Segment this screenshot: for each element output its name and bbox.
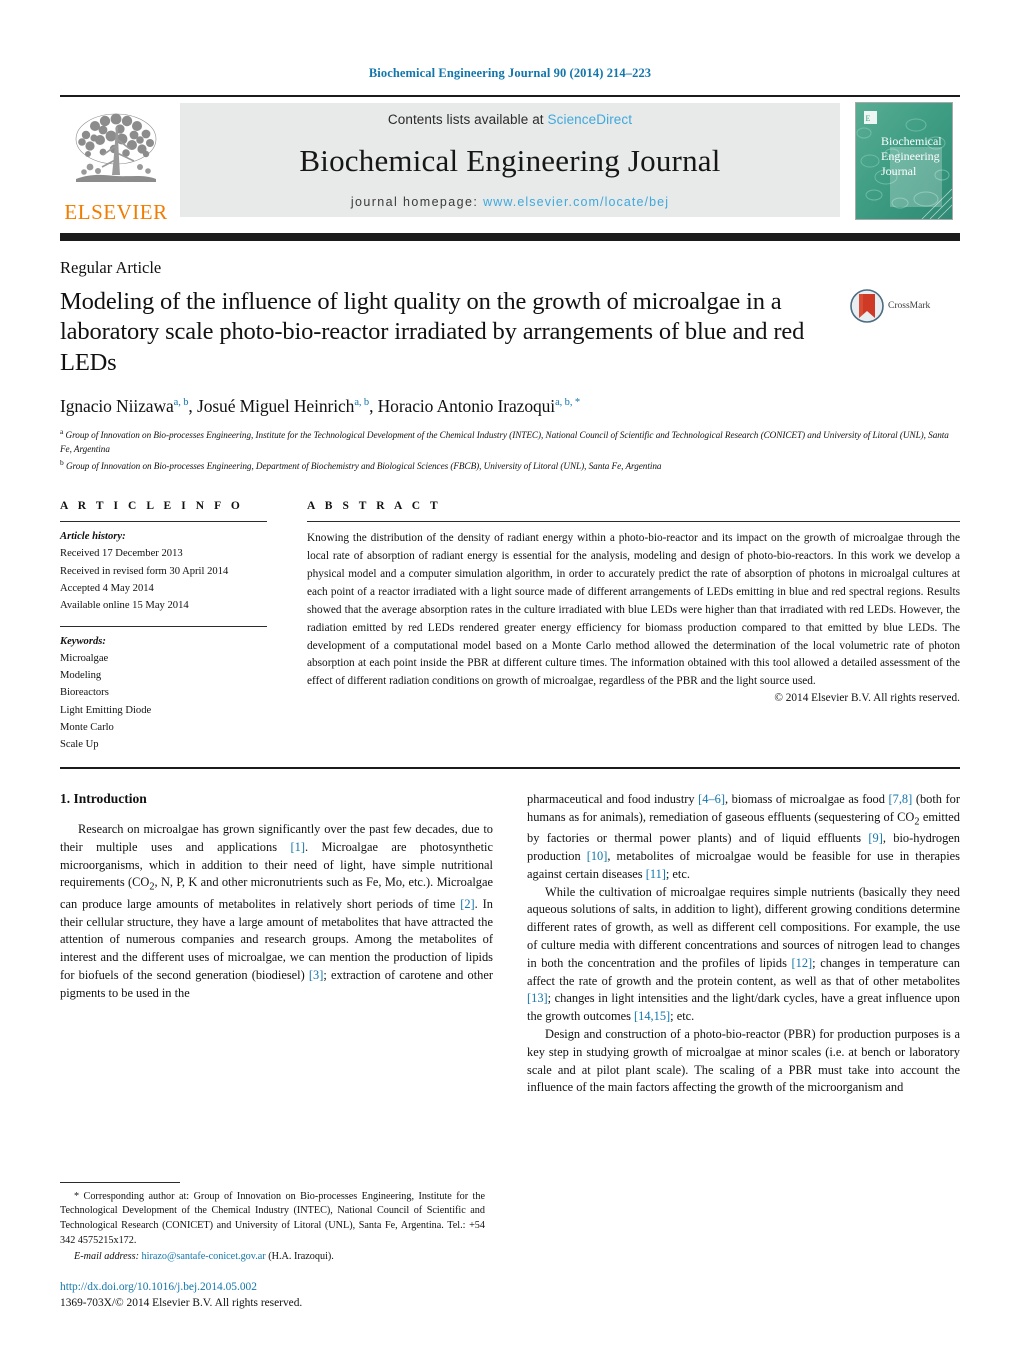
article-history-block: Article history: Received 17 December 20… [60,522,267,614]
affiliation-text-a: Group of Innovation on Bio-processes Eng… [60,430,949,455]
article-info-column: A R T I C L E I N F O Article history: R… [60,500,307,753]
intro-r1-g: ; etc. [665,866,690,881]
body-column-left: 1. Introduction Research on microalgae h… [60,791,493,1097]
email-link[interactable]: hirazo@santafe-conicet.gov.ar [142,1251,266,1262]
sciencedirect-link[interactable]: ScienceDirect [548,112,633,127]
elsevier-tree-icon [75,113,157,182]
citation-ref-3[interactable]: [3] [309,968,323,982]
crossmark-icon [850,289,884,323]
email-line: E-mail address: hirazo@santafe-conicet.g… [60,1248,485,1265]
journal-cover-artwork-icon: E Biochemical Engineering Journal [856,103,952,219]
doi-block: http://dx.doi.org/10.1016/j.bej.2014.05.… [60,1280,302,1311]
affiliation-a: a Group of Innovation on Bio-processes E… [60,426,960,457]
author-list: Ignacio Niizawaa, b, Josué Miguel Heinri… [60,396,581,417]
citation-ref-2[interactable]: [2] [460,897,474,911]
corresponding-author-text: Corresponding author at: Group of Innova… [60,1190,486,1246]
keywords-block: Keywords: Microalgae Modeling Bioreactor… [60,627,267,753]
masthead-bottom-rule [60,233,960,241]
journal-homepage-link[interactable]: www.elsevier.com/locate/bej [483,195,669,209]
svg-text:Engineering: Engineering [881,149,940,163]
citation-ref-14-15[interactable]: [14,15] [634,1009,670,1023]
contents-lists-line: Contents lists available at ScienceDirec… [388,112,632,127]
abstract-column: A B S T R A C T Knowing the distribution… [307,500,960,753]
affiliation-marker-b: b [60,458,64,468]
corresponding-author-note: * Corresponding author at: Group of Inno… [60,1190,485,1249]
author-name-2: Josué Miguel Heinrich [196,396,355,417]
author-affil-marks-2: a, b [354,397,370,409]
journal-masthead: ELSEVIER Contents lists available at Sci… [60,95,960,225]
svg-text:E: E [866,114,871,123]
svg-text:Biochemical: Biochemical [881,134,942,148]
author-name-3: Horacio Antonio Irazoqui [377,396,556,417]
elsevier-logo: ELSEVIER [60,97,172,225]
keyword-item: Microalgae [60,653,109,665]
keyword-item: Monte Carlo [60,721,114,733]
journal-cover-image: E Biochemical Engineering Journal [855,102,953,220]
article-type: Regular Article [60,258,162,277]
citation-ref-7-8[interactable]: [7,8] [889,792,913,806]
abstract-copyright: © 2014 Elsevier B.V. All rights reserved… [774,692,960,705]
journal-homepage-line: journal homepage: www.elsevier.com/locat… [351,195,669,209]
citation-ref-1[interactable]: [1] [291,840,305,854]
citation-ref-12[interactable]: [12] [792,956,813,970]
keyword-item: Modeling [60,670,102,682]
section-title-introduction: 1. Introduction [60,791,147,807]
svg-text:Journal: Journal [881,164,917,178]
article-info-heading: A R T I C L E I N F O [60,500,244,513]
author-affil-marks-3: a, b, * [555,397,581,409]
elsevier-wordmark: ELSEVIER [64,200,168,224]
keyword-item: Bioreactors [60,687,109,699]
masthead-center-box: Contents lists available at ScienceDirec… [180,103,840,217]
keyword-item: Scale Up [60,738,99,750]
footnote-block: * Corresponding author at: Group of Inno… [60,1181,485,1265]
author-affil-marks-1: a, b [173,397,189,409]
keywords-label: Keywords: [60,635,106,647]
journal-homepage-prefix: journal homepage: [350,195,484,209]
body-column-right: pharmaceutical and food industry [4–6], … [527,791,960,1097]
citation-ref-4-6[interactable]: [4–6] [698,792,725,806]
article-history-item-2: Received in revised form 30 April 2014 [60,565,229,577]
email-owner: (H.A. Irazoqui). [268,1251,334,1263]
page-title: Modeling of the influence of light quali… [60,288,805,376]
article-history-label: Article history: [60,531,126,543]
running-head: Biochemical Engineering Journal 90 (2014… [368,66,652,80]
contents-lists-prefix: Contents lists available at [387,112,548,127]
intro-paragraph-right-1: pharmaceutical and food industry [4–6], … [527,791,960,883]
keyword-item: Light Emitting Diode [60,704,152,716]
affiliation-b: b Group of Innovation on Bio-processes E… [60,457,960,474]
crossmark-badge[interactable]: CrossMark [850,289,958,323]
journal-cover-thumbnail: E Biochemical Engineering Journal [848,97,960,225]
intro-r2-d: ; etc. [670,1009,695,1024]
issn-copyright-line: 1369-703X/© 2014 Elsevier B.V. All right… [60,1296,303,1309]
abstract-bottom-rule [60,767,960,770]
citation-ref-11[interactable]: [11] [646,867,666,881]
footnote-rule [60,1181,180,1183]
affiliation-marker-a: a [60,427,64,437]
intro-paragraph-left: Research on microalgae has grown signifi… [60,821,493,1002]
citation-ref-10[interactable]: [10] [587,849,608,863]
abstract-heading: A B S T R A C T [307,500,442,513]
intro-r1-a: pharmaceutical and food industry [527,792,699,807]
intro-paragraph-right-2: While the cultivation of microalgae requ… [527,884,960,1026]
journal-title: Biochemical Engineering Journal [299,143,721,178]
crossmark-label: CrossMark [888,301,931,311]
intro-r1-b: , biomass of microalgae as food [725,792,889,807]
citation-ref-9[interactable]: [9] [868,831,882,845]
article-history-item-1: Received 17 December 2013 [60,548,183,560]
article-history-item-4: Available online 15 May 2014 [60,599,189,611]
email-label: E-mail address: [74,1251,139,1263]
author-name-1: Ignacio Niizawa [60,396,174,417]
doi-link[interactable]: http://dx.doi.org/10.1016/j.bej.2014.05.… [60,1280,302,1295]
affiliation-text-b: Group of Innovation on Bio-processes Eng… [65,461,662,472]
intro-r2-c: ; changes in light intensities and the l… [527,991,960,1024]
paper-page: Biochemical Engineering Journal 90 (2014… [0,0,1020,1351]
article-history-item-3: Accepted 4 May 2014 [60,582,154,594]
abstract-text: Knowing the distribution of the density … [307,532,960,688]
citation-ref-13[interactable]: [13] [527,991,548,1005]
corresponding-author-marker: * [74,1190,80,1202]
intro-paragraph-right-3: Design and construction of a photo-bio-r… [527,1026,960,1095]
